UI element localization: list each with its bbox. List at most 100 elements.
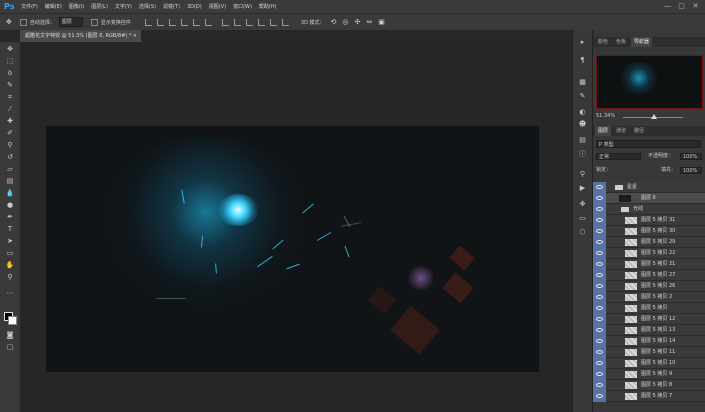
actions-icon[interactable]: ▶ — [578, 184, 587, 193]
rectangle-tool-icon[interactable]: ▭ — [5, 249, 15, 257]
swatches-icon[interactable]: ▦ — [578, 78, 587, 87]
brush-preset-icon[interactable]: ✎ — [578, 92, 587, 101]
layer-row[interactable]: 图层 6 — [593, 193, 705, 204]
visibility-toggle[interactable] — [593, 281, 606, 292]
layer-row[interactable]: 图层 5 拷贝 8 — [593, 380, 705, 391]
hand-tool-icon[interactable]: ✋ — [5, 261, 15, 269]
layer-row[interactable]: 图层 5 拷贝 31 — [593, 215, 705, 226]
visibility-toggle[interactable] — [593, 303, 606, 314]
menu-3d[interactable]: 3D(D) — [187, 4, 202, 10]
layer-row[interactable]: 图层 5 拷贝 9 — [593, 369, 705, 380]
info-icon[interactable]: ⓘ — [578, 150, 587, 159]
navigator-zoom-value[interactable]: 51.34% — [596, 113, 615, 119]
visibility-toggle[interactable] — [593, 270, 606, 281]
document-tab[interactable]: 超酷花文字特效 @ 51.3% (图层 6, RGB/8#) * × — [20, 30, 141, 42]
menu-layer[interactable]: 图层(L) — [91, 3, 108, 10]
type-tool-icon[interactable]: T — [5, 225, 15, 233]
distribute-right-icon[interactable] — [281, 18, 289, 26]
eyedropper-tool-icon[interactable]: ⁄ — [5, 105, 15, 113]
path-select-icon[interactable]: ➤ — [5, 237, 15, 245]
dodge-tool-icon[interactable]: ● — [5, 201, 15, 209]
menu-select[interactable]: 选择(S) — [139, 3, 156, 10]
visibility-toggle[interactable] — [593, 325, 606, 336]
close-window-icon[interactable]: ✕ — [691, 2, 700, 11]
clone-stamp-icon[interactable]: ⚲ — [5, 141, 15, 149]
align-hcenter-icon[interactable] — [192, 18, 200, 26]
layer-row[interactable]: 图层 5 拷贝 30 — [593, 226, 705, 237]
layer-filter-dropdown[interactable]: P 类型 — [596, 140, 701, 148]
layer-row[interactable]: 图层 5 拷贝 2 — [593, 292, 705, 303]
visibility-toggle[interactable] — [593, 336, 606, 347]
visibility-toggle[interactable] — [593, 204, 606, 215]
tab-layers[interactable]: 图层 — [595, 126, 612, 136]
menu-view[interactable]: 视图(V) — [209, 3, 226, 10]
layer-row[interactable]: 图层 5 拷贝 14 — [593, 336, 705, 347]
3d-panel-icon[interactable]: ⬡ — [578, 228, 587, 237]
align-top-icon[interactable] — [144, 18, 152, 26]
visibility-toggle[interactable] — [593, 391, 606, 402]
tab-color[interactable]: 颜色 — [595, 37, 611, 47]
marquee-tool-icon[interactable]: ⬚ — [5, 57, 15, 65]
menu-type[interactable]: 文字(Y) — [115, 3, 132, 10]
3d-roll-icon[interactable]: ◎ — [342, 18, 348, 26]
auto-select-checkbox[interactable] — [19, 18, 27, 26]
quick-select-tool-icon[interactable]: ✎ — [5, 81, 15, 89]
layer-row[interactable]: 光线 — [593, 204, 705, 215]
visibility-toggle[interactable] — [593, 215, 606, 226]
menu-window[interactable]: 窗口(W) — [233, 3, 252, 10]
tab-swatches[interactable]: 色板 — [613, 37, 629, 47]
align-right-icon[interactable] — [204, 18, 212, 26]
minimize-icon[interactable]: — — [663, 2, 672, 11]
distribute-left-icon[interactable] — [257, 18, 265, 26]
distribute-top-icon[interactable] — [221, 18, 229, 26]
brush-tool-icon[interactable]: ✐ — [5, 129, 15, 137]
move-tool-icon[interactable]: ✥ — [5, 45, 15, 53]
visibility-toggle[interactable] — [593, 182, 606, 193]
align-left-icon[interactable] — [180, 18, 188, 26]
history-icon[interactable]: ▸ — [578, 38, 587, 47]
layer-row[interactable]: 图层 5 拷贝 29 — [593, 237, 705, 248]
visibility-toggle[interactable] — [593, 347, 606, 358]
blur-tool-icon[interactable]: 💧 — [5, 189, 15, 197]
auto-select-dropdown[interactable]: 图层 — [58, 17, 83, 27]
notes-icon[interactable]: ▭ — [578, 214, 587, 223]
close-tab-icon[interactable]: × — [133, 30, 137, 42]
visibility-toggle[interactable] — [593, 369, 606, 380]
visibility-toggle[interactable] — [593, 248, 606, 259]
layer-row[interactable]: 图层 5 拷贝 27 — [593, 270, 705, 281]
blend-mode-dropdown[interactable]: 正常 — [596, 153, 641, 160]
gradient-tool-icon[interactable]: ▤ — [5, 177, 15, 185]
visibility-toggle[interactable] — [593, 292, 606, 303]
menu-filter[interactable]: 滤镜(T) — [163, 3, 180, 10]
crop-tool-icon[interactable]: ⌗ — [5, 93, 15, 101]
3d-rotate-icon[interactable]: ⟲ — [331, 18, 337, 26]
3d-slide-icon[interactable]: ⇔ — [366, 18, 372, 26]
fill-field[interactable]: 100% — [680, 167, 702, 174]
layer-row[interactable]: 图层 5 拷贝 22 — [593, 248, 705, 259]
distribute-bottom-icon[interactable] — [245, 18, 253, 26]
menu-edit[interactable]: 编辑(E) — [45, 3, 62, 10]
glyphs-icon[interactable]: ✥ — [578, 200, 587, 209]
quick-mask-icon[interactable]: ◙ — [5, 331, 15, 339]
align-bottom-icon[interactable] — [168, 18, 176, 26]
layer-row[interactable]: 图层 5 拷贝 13 — [593, 325, 705, 336]
tab-channels[interactable]: 通道 — [613, 126, 629, 136]
visibility-toggle[interactable] — [593, 237, 606, 248]
healing-brush-icon[interactable]: ✚ — [5, 117, 15, 125]
clone-source-icon[interactable]: ⚲ — [578, 170, 587, 179]
layer-row[interactable]: 图层 5 拷贝 21 — [593, 259, 705, 270]
layer-row[interactable]: 图层 5 拷贝 26 — [593, 281, 705, 292]
3d-pan-icon[interactable]: ✣ — [355, 18, 361, 26]
visibility-toggle[interactable] — [593, 259, 606, 270]
visibility-toggle[interactable] — [593, 358, 606, 369]
zoom-tool-icon[interactable]: ⚲ — [5, 273, 15, 281]
menu-help[interactable]: 帮助(H) — [259, 3, 277, 10]
navigator-thumbnail[interactable] — [596, 55, 703, 109]
layer-row[interactable]: 图层 5 拷贝 10 — [593, 358, 705, 369]
more-tools-icon[interactable]: ⋯ — [5, 289, 15, 297]
align-vcenter-icon[interactable] — [156, 18, 164, 26]
show-transform-checkbox[interactable] — [90, 18, 98, 26]
background-color-swatch[interactable] — [8, 316, 17, 325]
document-canvas[interactable] — [46, 126, 539, 372]
layer-row[interactable]: 图层 5 拷贝 11 — [593, 347, 705, 358]
